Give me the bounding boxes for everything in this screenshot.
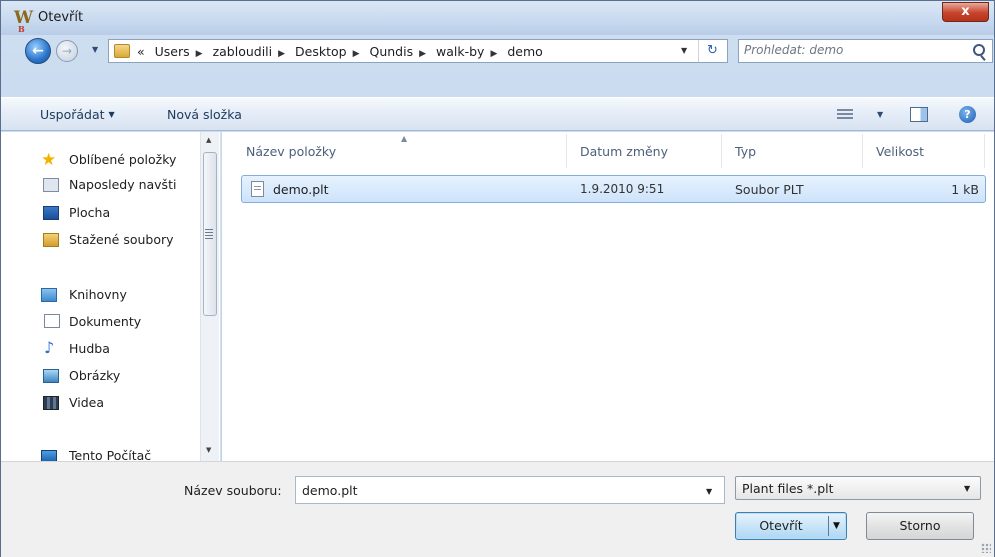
file-type-select[interactable]: Plant files *.plt ▼ [735,476,981,500]
search-input[interactable] [744,43,964,57]
view-options-icon[interactable] [837,109,853,121]
history-dropdown-icon[interactable]: ▼ [92,45,98,54]
recent-places-icon [43,178,59,192]
preview-pane-icon[interactable] [910,107,928,122]
address-dropdown-icon[interactable]: ▼ [681,46,687,55]
breadcrumb-zabloudili[interactable]: zabloudili [213,44,273,59]
chevron-right-icon[interactable]: ▶ [278,49,285,59]
videos-icon [43,396,59,410]
open-options-dropdown-icon[interactable]: ▼ [833,513,840,539]
column-header-name[interactable]: Název položky [246,144,336,159]
breadcrumb-walk-by[interactable]: walk-by [436,44,484,59]
libraries-icon [41,288,57,302]
folder-icon [114,44,130,58]
breadcrumb-users[interactable]: Users [155,44,190,59]
navpane-scrollbar[interactable]: ▲ ▼ [200,132,219,461]
command-bar: Uspořádat ▼ Nová složka ▼ ? [1,97,994,131]
favorites-star-icon: ★ [41,150,57,170]
nav-videos[interactable]: Videa [69,395,104,410]
nav-documents[interactable]: Dokumenty [69,314,141,329]
nav-libraries[interactable]: Knihovny [69,287,127,302]
new-folder-button[interactable]: Nová složka [167,107,242,122]
filename-field[interactable]: ▼ [295,476,725,504]
nav-favorites[interactable]: Oblíbené položky [69,152,176,167]
scroll-up-icon[interactable]: ▲ [206,136,211,144]
chevron-down-icon[interactable]: ▼ [964,484,970,493]
nav-downloads[interactable]: Stažené soubory [69,232,174,247]
chevron-right-icon[interactable]: ▶ [419,49,426,59]
music-icon: ♪ [44,338,55,357]
bottom-panel: Název souboru: ▼ Plant files *.plt ▼ Ote… [1,461,994,557]
file-row[interactable]: demo.plt 1.9.2010 9:51 Soubor PLT 1 kB [241,175,986,203]
address-bar[interactable]: « Users ▶ zabloudili ▶ Desktop ▶ Qundis ▶ wa… [108,39,728,63]
nav-music[interactable]: Hudba [69,341,110,356]
close-button[interactable]: x [942,2,989,22]
refresh-icon[interactable]: ↻ [698,40,726,62]
column-header-type[interactable]: Typ [735,144,756,159]
nav-pictures[interactable]: Obrázky [69,368,120,383]
forward-button[interactable]: → [56,40,78,62]
file-type: Soubor PLT [735,182,804,197]
column-divider[interactable] [566,134,567,168]
documents-icon [44,314,60,328]
sort-ascending-icon: ▲ [401,134,408,143]
file-date: 1.9.2010 9:51 [580,182,665,196]
downloads-icon [43,233,59,247]
column-divider[interactable] [984,134,985,168]
chevron-right-icon[interactable]: ▶ [353,49,360,59]
open-button[interactable]: Otevřít ▼ [735,512,847,540]
help-icon[interactable]: ? [959,106,976,123]
scroll-down-icon[interactable]: ▼ [206,446,211,454]
window-title: Otevřít [38,10,84,25]
breadcrumb-demo[interactable]: demo [507,44,542,59]
column-header-date[interactable]: Datum změny [580,144,668,159]
open-file-dialog: WB Otevřít x ← → ▼ « Users ▶ zabloudili ▶ … [0,0,995,557]
cancel-button[interactable]: Storno [866,512,974,540]
chevron-right-icon[interactable]: ▶ [490,49,497,59]
nav-desktop[interactable]: Plocha [69,205,110,220]
search-box[interactable] [738,39,993,63]
chevron-down-icon: ▼ [108,110,115,119]
filename-dropdown-icon[interactable]: ▼ [706,487,712,496]
file-size: 1 kB [951,182,979,197]
column-divider[interactable] [862,134,863,168]
desktop-icon [43,206,59,220]
search-icon[interactable] [973,44,985,56]
app-icon: WB [14,8,34,34]
breadcrumb[interactable]: « Users ▶ zabloudili ▶ Desktop ▶ Qundis ▶ wa… [137,44,549,59]
file-icon [251,181,264,197]
chevron-right-icon[interactable]: ▶ [196,49,203,59]
filename-input[interactable] [302,483,682,498]
column-header-size[interactable]: Velikost [876,144,924,159]
resize-grip-icon[interactable] [981,543,991,553]
breadcrumb-desktop[interactable]: Desktop [295,44,347,59]
pictures-icon [43,369,59,383]
breadcrumb-qundis[interactable]: Qundis [370,44,414,59]
file-name: demo.plt [273,182,329,197]
navigation-pane: ★ Oblíbené položky Naposledy navšti Ploc… [1,132,221,464]
nav-recent-places[interactable]: Naposledy navšti [69,177,176,192]
view-dropdown-icon[interactable]: ▼ [877,110,883,119]
organize-button[interactable]: Uspořádat ▼ [40,107,115,122]
filename-label: Název souboru: [184,483,282,498]
breadcrumb-overflow[interactable]: « [137,44,145,59]
split-divider [828,516,829,536]
scrollbar-grip-icon [205,229,213,239]
column-divider[interactable] [721,134,722,168]
open-button-label: Otevřít [759,518,803,533]
back-button[interactable]: ← [25,38,51,64]
navigation-bar: ← → ▼ « Users ▶ zabloudili ▶ Desktop ▶ Qund… [1,35,994,67]
file-list: Název položky ▲ Datum změny Typ Velikost… [222,132,994,461]
file-type-selected: Plant files *.plt [742,481,834,496]
title-bar[interactable]: WB Otevřít x [1,1,994,35]
